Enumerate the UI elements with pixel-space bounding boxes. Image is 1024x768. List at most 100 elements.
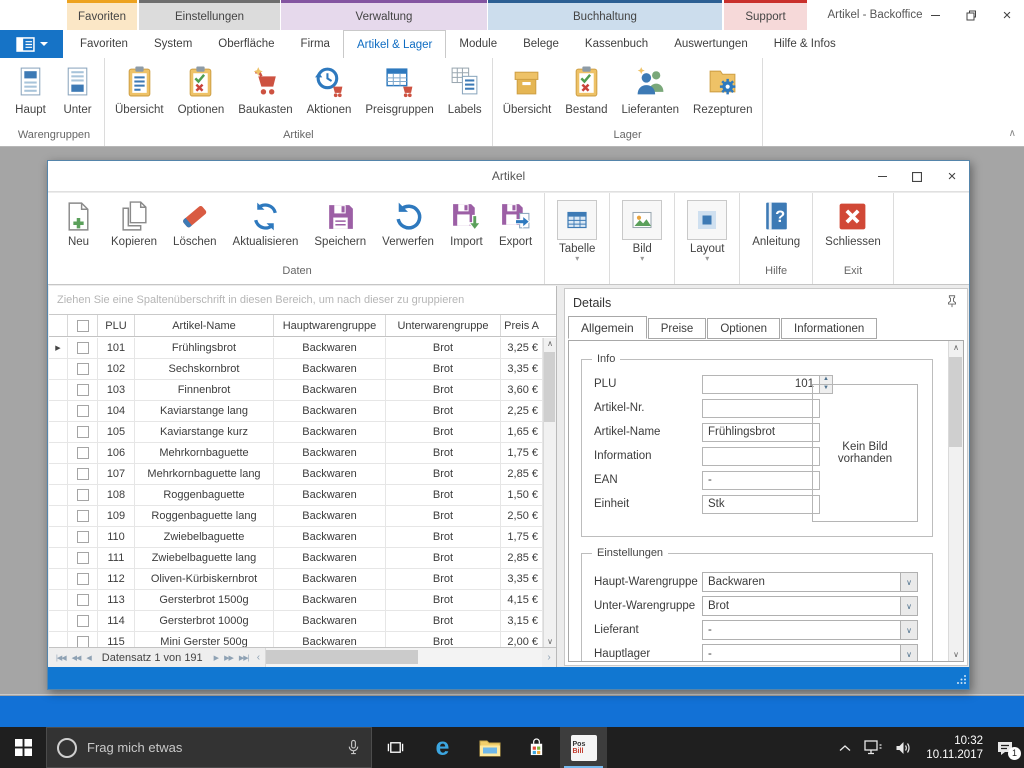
child-close-button[interactable]: × (941, 166, 963, 188)
scroll-down-icon[interactable]: ∨ (953, 650, 959, 659)
row-checkbox[interactable] (77, 594, 89, 606)
pin-icon[interactable] (945, 294, 959, 311)
spin-up-icon[interactable]: ▲ (820, 376, 832, 385)
ribbon-tab[interactable]: Favoriten (67, 30, 141, 58)
prev-record-button[interactable]: ◀ (83, 654, 93, 662)
dropdown-arrow-icon[interactable]: ∨ (900, 597, 917, 615)
hscroll-left-icon[interactable]: ‹ (251, 652, 265, 663)
dropdown-arrow-icon[interactable]: ∨ (900, 621, 917, 639)
grid-header-main-group[interactable]: Hauptwarengruppe (274, 315, 386, 336)
ribbon-button[interactable]: Rezepturen (686, 63, 759, 118)
ribbon-tab[interactable]: Firma (288, 30, 343, 58)
table-row[interactable]: ▶ 105 Kaviarstange kurz Backwaren Brot 1… (49, 422, 543, 443)
ribbon-button[interactable]: Lieferanten (614, 63, 686, 118)
ribbon-tab[interactable]: Artikel & Lager (343, 30, 446, 58)
ribbon-tab[interactable]: Oberfläche (205, 30, 287, 58)
dropdown-arrow-icon[interactable]: ∨ (900, 573, 917, 591)
ribbon-tab[interactable]: System (141, 30, 205, 58)
row-checkbox[interactable] (77, 363, 89, 375)
ribbon-button[interactable]: Optionen (171, 63, 232, 118)
field-input[interactable]: Frühlingsbrot (702, 423, 820, 442)
field-input[interactable]: - (702, 471, 820, 490)
row-checkbox[interactable] (77, 636, 89, 647)
minimize-button[interactable] (924, 4, 946, 26)
ribbon-category-buchhaltung[interactable]: Buchhaltung (488, 0, 722, 30)
child-minimize-button[interactable] (871, 166, 893, 188)
table-row[interactable]: ▶ 102 Sechskornbrot Backwaren Brot 3,35 … (49, 359, 543, 380)
row-checkbox[interactable] (77, 531, 89, 543)
restore-button[interactable] (960, 4, 982, 26)
last-record-button[interactable]: ▶▶| (236, 654, 252, 662)
table-row[interactable]: ▶ 110 Zwiebelbaguette Backwaren Brot 1,7… (49, 527, 543, 548)
table-row[interactable]: ▶ 113 Gersterbrot 1500g Backwaren Brot 4… (49, 590, 543, 611)
toolbar-button[interactable]: Tabelle ▾ (549, 200, 605, 262)
group-by-hint[interactable]: Ziehen Sie eine Spaltenüberschrift in di… (49, 286, 556, 315)
table-row[interactable]: ▶ 101 Frühlingsbrot Backwaren Brot 3,25 … (49, 338, 543, 359)
row-checkbox[interactable] (77, 468, 89, 480)
ribbon-button[interactable]: Labels (441, 63, 489, 118)
ribbon-button[interactable]: Haupt (7, 63, 54, 118)
ribbon-button[interactable]: Übersicht (496, 63, 559, 118)
scroll-up-icon[interactable]: ∧ (547, 339, 553, 348)
dropdown-select[interactable]: Brot ∨ (702, 596, 918, 616)
ribbon-button[interactable]: Bestand (558, 63, 614, 118)
resize-grip[interactable] (957, 674, 967, 687)
scrollbar-thumb[interactable] (949, 357, 962, 447)
field-input[interactable]: Stk (702, 495, 820, 514)
details-scrollbar[interactable]: ∧ ∨ (948, 341, 963, 661)
network-icon[interactable] (864, 740, 882, 755)
toolbar-button[interactable]: Export ▾ (491, 200, 540, 255)
ribbon-category-favoriten[interactable]: Favoriten (67, 0, 137, 30)
toolbar-button[interactable]: Speichern ▾ (306, 200, 374, 255)
taskbar-clock[interactable]: 10:32 10.11.2017 (926, 734, 983, 762)
microphone-icon[interactable] (346, 739, 361, 756)
toolbar-button[interactable]: Aktualisieren ▾ (225, 200, 307, 255)
action-center-button[interactable]: 1 (996, 740, 1014, 756)
dropdown-select[interactable]: - ∨ (702, 620, 918, 640)
row-checkbox[interactable] (77, 384, 89, 396)
toolbar-button[interactable]: Neu ▾ (54, 200, 103, 255)
table-row[interactable]: ▶ 104 Kaviarstange lang Backwaren Brot 2… (49, 401, 543, 422)
scrollbar-thumb[interactable] (544, 352, 555, 422)
grid-header-sub-group[interactable]: Unterwarengruppe (386, 315, 501, 336)
task-view-button[interactable] (372, 727, 419, 768)
field-input[interactable] (702, 447, 820, 466)
ribbon-button[interactable]: Preisgruppen (358, 63, 440, 118)
row-checkbox[interactable] (77, 426, 89, 438)
child-maximize-button[interactable] (906, 166, 928, 188)
ribbon-tab[interactable]: Module (446, 30, 510, 58)
store-button[interactable] (513, 727, 560, 768)
grid-header-price[interactable]: Preis A (501, 315, 543, 336)
table-row[interactable]: ▶ 106 Mehrkornbaguette Backwaren Brot 1,… (49, 443, 543, 464)
toolbar-button[interactable]: Import ▾ (442, 200, 491, 255)
grid-vertical-scrollbar[interactable]: ∧ ∨ (543, 338, 556, 647)
dropdown-select[interactable]: Backwaren ∨ (702, 572, 918, 592)
tray-chevron-up-icon[interactable] (839, 744, 851, 752)
ribbon-category-verwaltung[interactable]: Verwaltung (281, 0, 487, 30)
ribbon-tab[interactable]: Kassenbuch (572, 30, 661, 58)
table-row[interactable]: ▶ 115 Mini Gerster 500g Backwaren Brot 2… (49, 632, 543, 647)
ribbon-category-einstellungen[interactable]: Einstellungen (139, 0, 280, 30)
close-button[interactable]: × (996, 4, 1018, 26)
ribbon-button[interactable]: Übersicht (108, 63, 171, 118)
scroll-down-icon[interactable]: ∨ (547, 637, 553, 646)
ribbon-button[interactable]: Aktionen (300, 63, 359, 118)
speaker-icon[interactable] (895, 741, 913, 755)
hscroll-right-icon[interactable]: › (542, 652, 556, 663)
artikel-window-titlebar[interactable]: Artikel × (48, 161, 969, 192)
ribbon-category-support[interactable]: Support (724, 0, 807, 30)
row-checkbox[interactable] (77, 405, 89, 417)
table-row[interactable]: ▶ 103 Finnenbrot Backwaren Brot 3,60 € (49, 380, 543, 401)
hscrollbar-thumb[interactable] (266, 650, 418, 664)
grid-horizontal-scrollbar[interactable] (265, 648, 542, 667)
row-checkbox[interactable] (77, 342, 89, 354)
field-input[interactable]: 101 (702, 375, 820, 394)
toolbar-button[interactable]: Kopieren ▾ (103, 200, 165, 255)
toolbar-button[interactable]: Schliessen ▾ (817, 200, 889, 255)
details-tab[interactable]: Allgemein (568, 316, 647, 339)
start-button[interactable] (0, 727, 46, 768)
details-tab[interactable]: Informationen (781, 318, 877, 339)
row-checkbox[interactable] (77, 552, 89, 564)
toolbar-button[interactable]: Bild ▾ (614, 200, 670, 262)
app-menu-button[interactable] (0, 30, 63, 58)
